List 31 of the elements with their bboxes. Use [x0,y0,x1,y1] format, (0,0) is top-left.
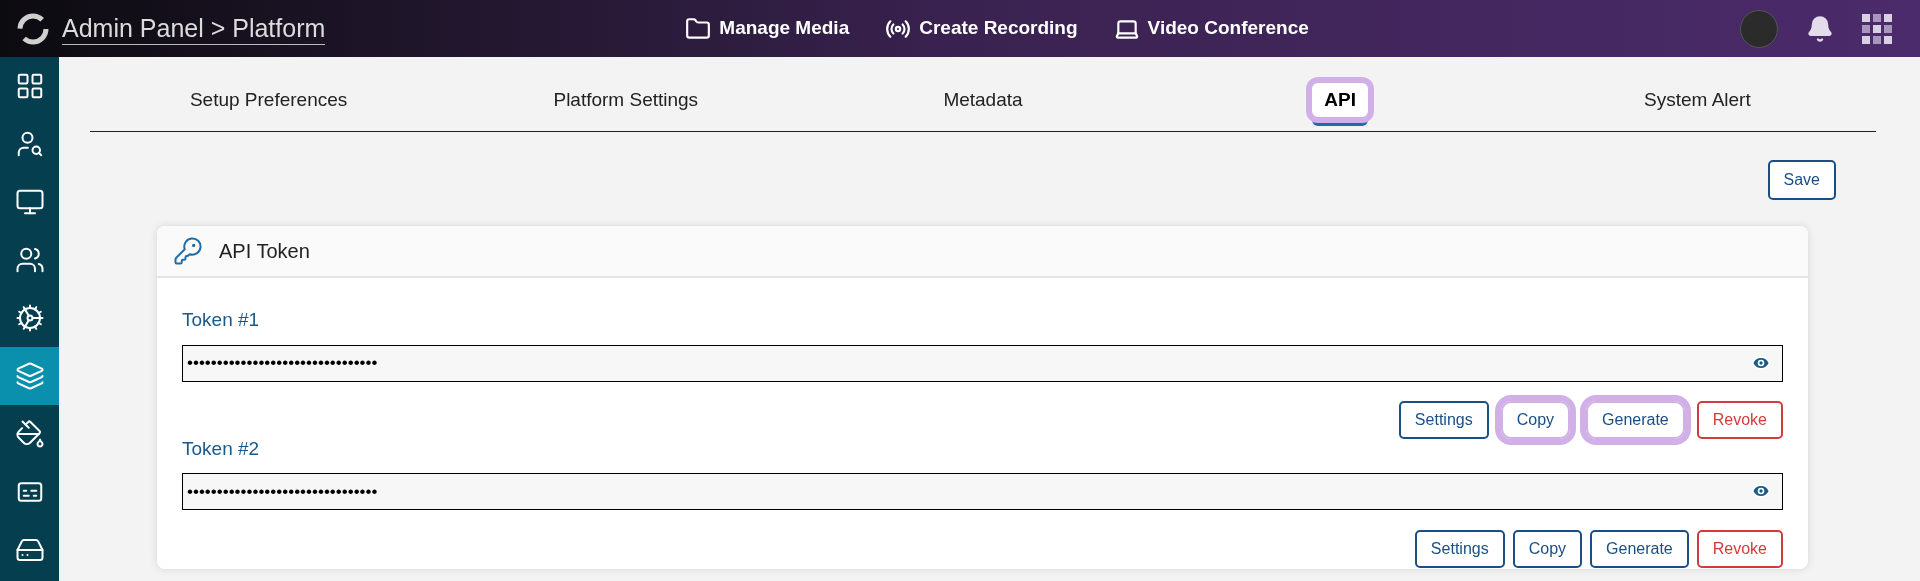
token-label: Token #1 [182,308,261,332]
token-label: Token #2 [182,436,261,461]
breadcrumb-title[interactable]: Admin Panel > Platform [62,12,326,45]
token-action-button[interactable]: Copy [1512,529,1583,568]
token-action-button[interactable]: Settings [1414,529,1505,568]
folder-icon [685,15,712,42]
users-icon [14,245,45,275]
token-action-button[interactable]: Settings [1398,401,1489,439]
paint-bucket-icon [14,419,45,449]
token-action-button[interactable]: Revoke [1696,401,1783,439]
nav-link[interactable]: Video Conference [1113,14,1309,43]
token-field[interactable]: •••••••••••••••••••••••••••••••• [182,344,1783,382]
save-button[interactable]: Save [1767,160,1836,200]
nav-link[interactable]: Create Recording [885,14,1078,43]
tab[interactable]: API [1306,76,1375,123]
tab[interactable]: System Alert [1626,76,1769,123]
token-action-button[interactable]: Revoke [1696,529,1783,568]
eye-icon[interactable] [1751,481,1771,501]
tab[interactable]: Platform Settings [535,76,717,123]
monitor-icon [14,187,45,217]
bell-icon[interactable] [1806,14,1834,43]
key-icon [173,236,203,266]
nav-link[interactable]: Manage Media [685,14,850,43]
tab[interactable]: Setup Preferences [171,76,366,123]
logo-icon [16,11,50,46]
card-title: API Token [219,239,310,264]
tab[interactable]: Metadata [925,76,1041,123]
token-action-button[interactable]: Generate [1590,529,1689,568]
token-field[interactable]: •••••••••••••••••••••••••••••••• [182,473,1783,510]
apps-grid-icon[interactable] [1862,13,1892,44]
layers-icon [14,361,45,391]
